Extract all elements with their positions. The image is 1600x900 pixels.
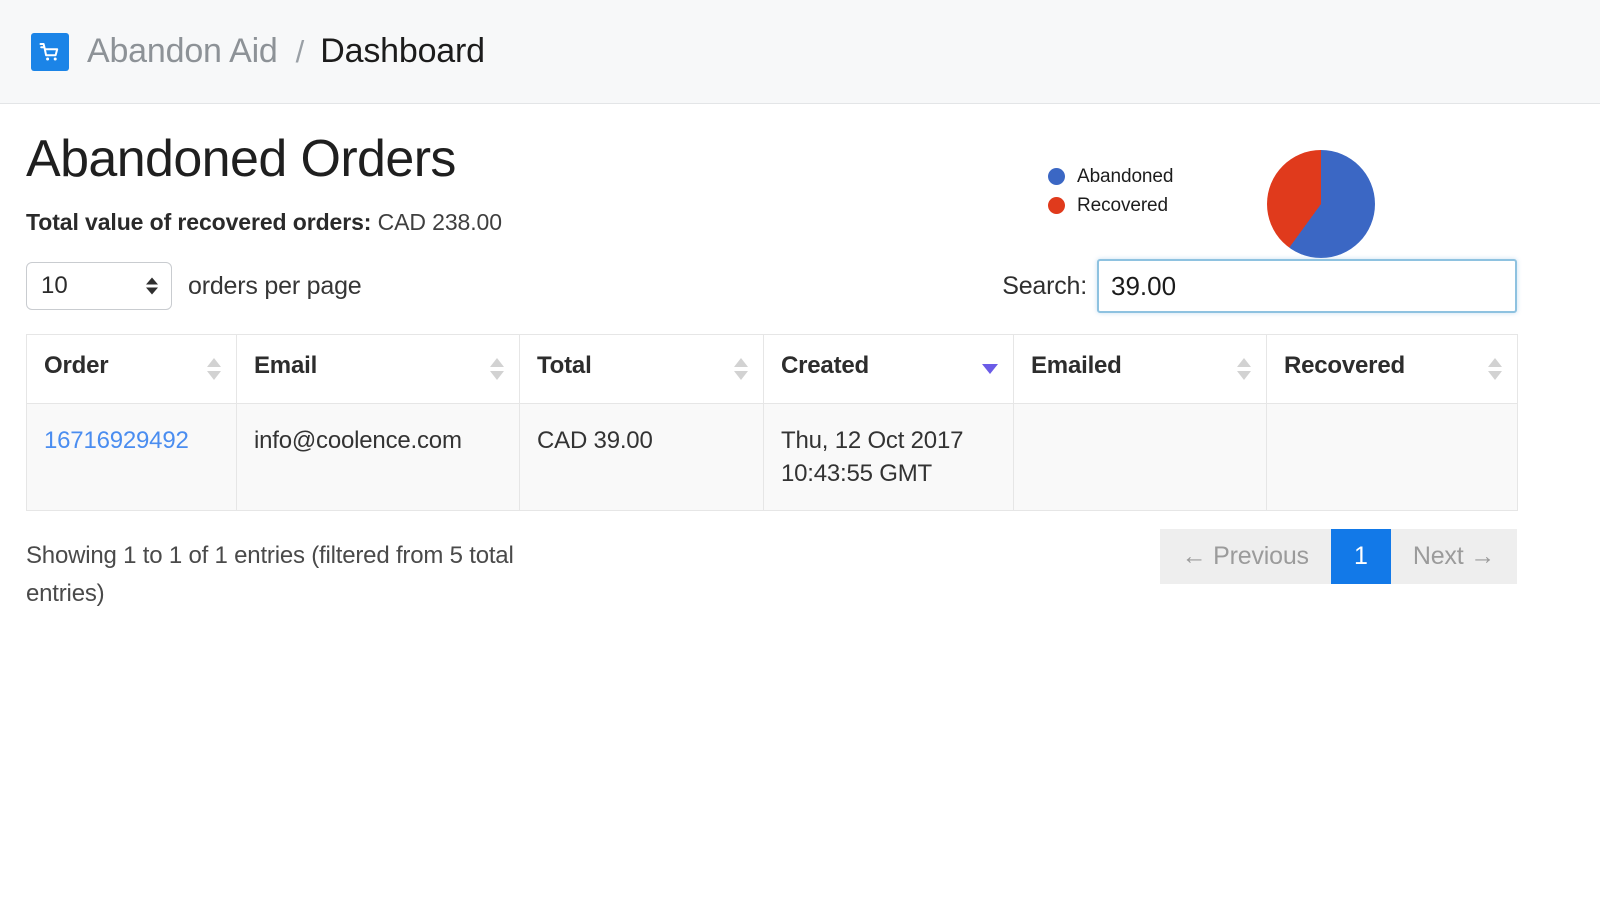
sort-indicator-total-icon[interactable] xyxy=(734,358,748,381)
column-header-recovered[interactable]: Recovered xyxy=(1266,334,1518,405)
column-header-created-label: Created xyxy=(781,352,869,380)
caret-up-icon xyxy=(146,277,158,285)
legend-color-swatch-recovered xyxy=(1048,197,1065,214)
table-controls: 10 orders per page Search: xyxy=(26,259,1600,320)
cell-email: info@coolence.com xyxy=(236,403,520,512)
total-recovered-label: Total value of recovered orders: xyxy=(26,209,372,236)
stepper-arrows-icon[interactable] xyxy=(146,277,158,295)
caret-down-icon xyxy=(146,287,158,295)
orders-per-page-select[interactable]: 10 xyxy=(26,262,172,311)
sort-desc-arrow-icon xyxy=(1488,371,1502,381)
column-header-order[interactable]: Order xyxy=(26,334,237,405)
column-header-order-label: Order xyxy=(44,352,109,380)
previous-page-button[interactable]: ← Previous xyxy=(1159,529,1331,585)
search-label: Search: xyxy=(1002,271,1087,300)
next-page-button[interactable]: Next → xyxy=(1390,529,1517,585)
sort-desc-arrow-icon xyxy=(1237,371,1251,381)
total-recovered-value: CAD 238.00 xyxy=(377,209,502,236)
breadcrumb-separator: / xyxy=(295,33,305,69)
pagination: ← Previous 1 Next → xyxy=(1159,529,1517,585)
main-content: Abandoned Orders Total value of recovere… xyxy=(0,131,1600,617)
cell-total: CAD 39.00 xyxy=(519,403,764,512)
order-link[interactable]: 16716929492 xyxy=(44,427,189,454)
sort-indicator-email-icon[interactable] xyxy=(490,358,504,381)
sort-indicator-order-icon[interactable] xyxy=(207,358,221,381)
column-header-recovered-label: Recovered xyxy=(1284,352,1405,380)
brand-name[interactable]: Abandon Aid xyxy=(87,32,278,71)
sort-desc-arrow-icon xyxy=(734,371,748,381)
cell-order: 16716929492 xyxy=(26,403,237,512)
breadcrumb-current-page: Dashboard xyxy=(320,32,485,70)
sort-indicator-emailed-icon[interactable] xyxy=(1237,358,1251,381)
sort-asc-arrow-icon xyxy=(207,358,221,368)
column-header-emailed[interactable]: Emailed xyxy=(1013,334,1267,405)
sort-asc-arrow-icon xyxy=(1488,358,1502,368)
sort-indicator-recovered-icon[interactable] xyxy=(1488,358,1502,381)
legend-label-abandoned: Abandoned xyxy=(1077,165,1174,187)
sort-asc-arrow-icon xyxy=(490,358,504,368)
orders-table-body: 16716929492 info@coolence.com CAD 39.00 … xyxy=(26,403,1518,512)
table-row: 16716929492 info@coolence.com CAD 39.00 … xyxy=(26,403,1518,512)
orders-per-page-label: orders per page xyxy=(188,271,362,300)
pie-slices xyxy=(1267,150,1375,258)
orders-per-page-value: 10 xyxy=(41,272,68,300)
column-header-total[interactable]: Total xyxy=(519,334,764,405)
table-footer: Showing 1 to 1 of 1 entries (filtered fr… xyxy=(26,529,1517,617)
sort-desc-arrow-icon xyxy=(982,364,998,375)
sort-indicator-created-icon[interactable] xyxy=(982,364,998,375)
legend-label-recovered: Recovered xyxy=(1077,194,1168,216)
breadcrumb: Abandon Aid / Dashboard xyxy=(31,32,485,71)
showing-entries-info: Showing 1 to 1 of 1 entries (filtered fr… xyxy=(26,542,514,608)
search-group: Search: xyxy=(1002,259,1517,314)
cell-created: Thu, 12 Oct 2017 10:43:55 GMT xyxy=(763,403,1014,512)
sort-asc-arrow-icon xyxy=(734,358,748,368)
app-header: Abandon Aid / Dashboard xyxy=(0,0,1600,104)
sort-desc-arrow-icon xyxy=(207,371,221,381)
page-number-button-1[interactable]: 1 xyxy=(1330,529,1391,585)
cell-recovered xyxy=(1266,403,1518,512)
search-input[interactable] xyxy=(1097,259,1517,314)
legend-color-swatch-abandoned xyxy=(1048,168,1065,185)
cell-emailed xyxy=(1013,403,1267,512)
sort-desc-arrow-icon xyxy=(490,371,504,381)
orders-table-wrapper: Order Email Total Created Emailed Recove… xyxy=(26,334,1518,512)
sort-asc-arrow-icon xyxy=(1237,358,1251,368)
column-header-email-label: Email xyxy=(254,352,318,380)
orders-table: Order Email Total Created Emailed Recove… xyxy=(26,334,1518,512)
column-header-created[interactable]: Created xyxy=(763,334,1014,405)
orders-table-head: Order Email Total Created Emailed Recove… xyxy=(26,334,1518,405)
shopping-cart-icon xyxy=(31,32,69,71)
legend-item-recovered: Recovered xyxy=(1048,191,1173,220)
orders-table-header-row: Order Email Total Created Emailed Recove… xyxy=(26,334,1518,405)
column-header-email[interactable]: Email xyxy=(236,334,520,405)
chart-legend: Abandoned Recovered xyxy=(1048,162,1173,220)
legend-item-abandoned: Abandoned xyxy=(1048,162,1173,191)
column-header-emailed-label: Emailed xyxy=(1031,352,1122,380)
column-header-total-label: Total xyxy=(537,352,592,380)
